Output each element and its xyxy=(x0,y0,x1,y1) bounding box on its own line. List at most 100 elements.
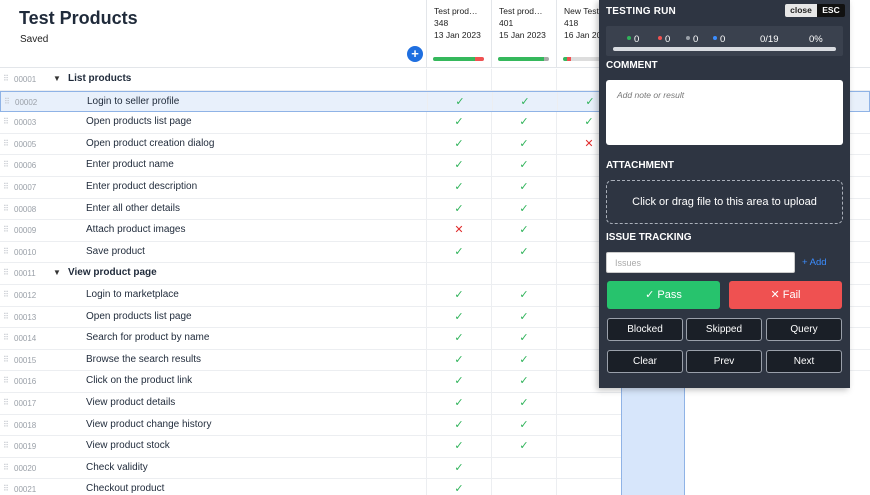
drag-handle-icon[interactable]: ⠿ xyxy=(3,268,9,277)
fail-button[interactable]: ✕ Fail xyxy=(729,281,842,309)
result-cell[interactable] xyxy=(556,414,621,436)
pass-check-icon[interactable]: ✓ xyxy=(426,306,491,328)
pass-check-icon[interactable]: ✓ xyxy=(426,479,491,495)
clear-button[interactable]: Clear xyxy=(607,350,683,373)
skipped-count: 0 xyxy=(686,34,698,45)
case-number: 00009 xyxy=(14,226,37,236)
result-cell[interactable] xyxy=(426,69,491,90)
pass-check-icon[interactable]: ✓ xyxy=(491,306,556,328)
drag-handle-icon[interactable]: ⠿ xyxy=(3,160,9,169)
query-button[interactable]: Query xyxy=(766,318,842,341)
pass-check-icon[interactable]: ✓ xyxy=(491,328,556,349)
drag-handle-icon[interactable]: ⠿ xyxy=(3,117,9,126)
pass-check-icon[interactable]: ✓ xyxy=(427,91,492,112)
pass-check-icon[interactable]: ✓ xyxy=(491,241,556,263)
run-column-header[interactable]: New Test 418 16 Jan 20 xyxy=(556,0,603,68)
pass-check-icon[interactable]: ✓ xyxy=(426,349,491,371)
drag-handle-icon[interactable]: ⠿ xyxy=(3,355,9,364)
run-column-header[interactable]: Test prod… 348 13 Jan 2023 xyxy=(426,0,491,68)
add-issue-link[interactable]: + Add xyxy=(802,257,827,268)
pass-check-icon[interactable]: ✓ xyxy=(426,457,491,479)
drag-handle-icon[interactable]: ⠿ xyxy=(3,74,9,83)
drag-handle-icon[interactable]: ⠿ xyxy=(3,312,9,321)
collapse-caret-icon[interactable]: ▼ xyxy=(53,74,61,83)
pass-check-icon[interactable]: ✓ xyxy=(426,241,491,263)
pass-check-icon[interactable]: ✓ xyxy=(426,371,491,392)
drag-handle-icon[interactable]: ⠿ xyxy=(3,204,9,213)
pass-check-icon[interactable]: ✓ xyxy=(491,349,556,371)
pass-check-icon[interactable]: ✓ xyxy=(426,198,491,220)
pass-check-icon[interactable]: ✓ xyxy=(426,328,491,349)
run-column-header[interactable]: Test prod… 401 15 Jan 2023 xyxy=(491,0,556,68)
drag-handle-icon[interactable]: ⠿ xyxy=(3,484,9,493)
save-status: Saved xyxy=(20,34,49,45)
pass-check-icon[interactable]: ✓ xyxy=(426,436,491,457)
collapse-caret-icon[interactable]: ▼ xyxy=(53,268,61,277)
blocked-count: 0 xyxy=(713,34,725,45)
drag-handle-icon[interactable]: ⠿ xyxy=(3,398,9,407)
drag-handle-icon[interactable]: ⠿ xyxy=(4,97,10,106)
blocked-button[interactable]: Blocked xyxy=(607,318,683,341)
step-label: Enter product description xyxy=(86,180,198,192)
drag-handle-icon[interactable]: ⠿ xyxy=(3,463,9,472)
pass-check-icon[interactable]: ✓ xyxy=(491,371,556,392)
pass-check-icon[interactable]: ✓ xyxy=(491,414,556,436)
pass-button[interactable]: ✓ Pass xyxy=(607,281,720,309)
result-cell[interactable] xyxy=(491,263,556,284)
fail-cross-icon[interactable]: ✕ xyxy=(426,220,491,241)
drag-handle-icon[interactable]: ⠿ xyxy=(3,247,9,256)
drag-handle-icon[interactable]: ⠿ xyxy=(3,139,9,148)
add-run-button[interactable]: + xyxy=(407,46,423,62)
pass-check-icon[interactable]: ✓ xyxy=(426,392,491,414)
pass-check-icon[interactable]: ✓ xyxy=(426,176,491,198)
pass-check-icon[interactable]: ✓ xyxy=(491,436,556,457)
pass-check-icon[interactable]: ✓ xyxy=(491,198,556,220)
case-number: 00012 xyxy=(14,290,37,300)
skipped-button[interactable]: Skipped xyxy=(686,318,762,341)
pass-check-icon[interactable]: ✓ xyxy=(491,284,556,306)
drag-handle-icon[interactable]: ⠿ xyxy=(3,420,9,429)
drag-handle-icon[interactable]: ⠿ xyxy=(3,333,9,342)
pass-check-icon[interactable]: ✓ xyxy=(426,112,491,133)
upload-dropzone[interactable]: Click or drag file to this area to uploa… xyxy=(606,180,843,224)
close-button[interactable]: close xyxy=(785,4,817,17)
result-cell[interactable] xyxy=(491,69,556,90)
step-label: View product change history xyxy=(86,418,212,430)
comment-textarea[interactable]: Add note or result xyxy=(606,80,843,145)
pass-check-icon[interactable]: ✓ xyxy=(491,176,556,198)
pass-check-icon[interactable]: ✓ xyxy=(426,133,491,155)
result-cell[interactable] xyxy=(556,392,621,414)
drag-handle-icon[interactable]: ⠿ xyxy=(3,290,9,299)
case-number: 00021 xyxy=(14,485,37,495)
issues-input[interactable] xyxy=(606,252,795,273)
pass-check-icon[interactable]: ✓ xyxy=(491,112,556,133)
drag-handle-icon[interactable]: ⠿ xyxy=(3,182,9,191)
pass-check-icon[interactable]: ✓ xyxy=(491,220,556,241)
result-cell[interactable] xyxy=(491,457,556,479)
pass-check-icon[interactable]: ✓ xyxy=(492,91,557,112)
step-label: Save product xyxy=(86,245,145,257)
next-button[interactable]: Next xyxy=(766,350,842,373)
pass-check-icon[interactable]: ✓ xyxy=(491,392,556,414)
passed-count: 0 xyxy=(627,34,639,45)
case-number: 00017 xyxy=(14,398,37,408)
drag-handle-icon[interactable]: ⠿ xyxy=(3,376,9,385)
result-cell[interactable] xyxy=(556,436,621,457)
result-cell[interactable] xyxy=(556,457,621,479)
result-cell[interactable] xyxy=(556,479,621,495)
pass-check-icon[interactable]: ✓ xyxy=(491,155,556,176)
pass-check-icon[interactable]: ✓ xyxy=(491,133,556,155)
pass-check-icon[interactable]: ✓ xyxy=(426,284,491,306)
failed-dot-icon xyxy=(658,36,662,41)
panel-title: TESTING RUN xyxy=(606,6,676,17)
pass-check-icon[interactable]: ✓ xyxy=(426,414,491,436)
progress-text: 0/19 xyxy=(760,34,779,45)
case-number: 00007 xyxy=(14,182,37,192)
prev-button[interactable]: Prev xyxy=(686,350,762,373)
drag-handle-icon[interactable]: ⠿ xyxy=(3,225,9,234)
esc-key-hint: ESC xyxy=(817,4,845,17)
drag-handle-icon[interactable]: ⠿ xyxy=(3,441,9,450)
result-cell[interactable] xyxy=(426,263,491,284)
result-cell[interactable] xyxy=(491,479,556,495)
pass-check-icon[interactable]: ✓ xyxy=(426,155,491,176)
